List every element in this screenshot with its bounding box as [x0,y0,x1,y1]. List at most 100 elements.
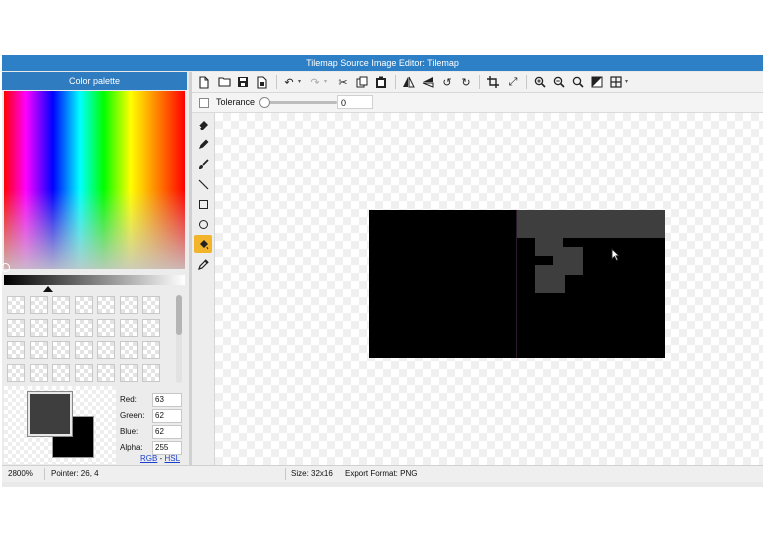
palette-swatch[interactable] [74,341,93,359]
palette-swatch[interactable] [29,318,48,337]
undo-icon[interactable]: ↶ [280,73,298,91]
palette-swatch[interactable] [52,318,70,337]
palette-swatch[interactable] [74,318,93,337]
palette-swatch[interactable] [52,363,70,382]
rectangle-icon[interactable] [194,195,212,213]
palette-swatch[interactable] [7,363,25,382]
palette-swatch[interactable] [142,363,160,382]
grid-dropdown-icon[interactable]: ▾ [625,78,628,85]
window-title: Tilemap Source Image Editor: Tilemap [2,55,763,71]
palette-swatch[interactable] [7,296,25,314]
image-canvas[interactable] [215,113,763,465]
redo-icon[interactable]: ↷ [306,73,324,91]
eyedropper-icon[interactable] [194,255,212,273]
paste-icon[interactable] [372,73,390,91]
palette-swatch[interactable] [119,318,138,337]
fill-bucket-icon[interactable] [194,235,212,253]
hsl-link[interactable]: HSL [164,454,180,463]
tolerance-label: Tolerance [216,97,256,107]
blue-label: Blue: [120,427,139,436]
palette-swatch[interactable] [29,363,48,382]
palette-swatch[interactable] [29,296,48,314]
brush-icon[interactable] [194,155,212,173]
palette-swatch[interactable] [119,341,138,359]
tolerance-slider-knob[interactable] [259,97,270,108]
lightness-ramp[interactable] [4,275,185,285]
palette-swatch[interactable] [97,363,115,382]
palette-swatch[interactable] [74,363,93,382]
crop-icon[interactable] [484,73,502,91]
swatch-scroll-thumb[interactable] [176,295,182,335]
tolerance-slider[interactable] [263,101,337,104]
save-as-icon[interactable] [253,73,271,91]
resize-icon[interactable]: ⤢ [504,73,522,91]
primary-color-swatch[interactable] [27,391,73,437]
palette-swatch[interactable] [142,318,160,337]
grid-icon[interactable] [607,73,625,91]
red-input[interactable]: 63 [152,393,182,407]
rotate-right-icon[interactable]: ↻ [457,73,475,91]
status-separator [44,468,45,480]
palette-swatch[interactable] [52,341,70,359]
palette-swatch[interactable] [74,296,93,314]
palette-swatch[interactable] [29,341,48,359]
blue-input[interactable]: 62 [152,425,182,439]
tilemap-image[interactable] [369,210,665,358]
flip-vertical-icon[interactable] [419,73,437,91]
zoom-level: 2800% [8,469,33,478]
tolerance-checkbox[interactable] [199,98,209,108]
copy-icon[interactable] [353,73,371,91]
color-mode-links: RGB - HSL [140,454,180,463]
eraser-icon[interactable] [194,115,212,133]
cut-icon[interactable]: ✂ [334,73,352,91]
toolbar-separator [276,75,277,89]
flip-horizontal-icon[interactable] [399,73,417,91]
link-separator: - [159,454,163,463]
undo-dropdown-icon[interactable]: ▾ [298,78,301,85]
palette-swatch[interactable] [97,318,115,337]
tolerance-value[interactable]: 0 [337,95,373,109]
main-toolbar: ↶ ▾ ↷ ▾ ✂ ↺ ↻ ⤢ ▾ [192,72,763,93]
palette-swatch[interactable] [52,296,70,314]
tolerance-bar: Tolerance 0 [192,93,763,113]
gray-pixel-block [535,247,583,256]
status-bar: 2800% Pointer: 26, 4 Size: 32x16 Export … [2,465,763,482]
color-spectrum[interactable] [2,91,185,272]
editor-window: Tilemap Source Image Editor: Tilemap Col… [2,55,763,487]
zoom-out-icon[interactable] [550,73,568,91]
palette-swatch[interactable] [119,296,138,314]
swatch-grid [4,293,174,386]
export-format: Export Format: PNG [345,469,418,478]
mouse-cursor-icon [611,247,621,263]
palette-swatch[interactable] [97,341,115,359]
rgb-link[interactable]: RGB [140,454,157,463]
palette-swatch[interactable] [142,341,160,359]
palette-swatch[interactable] [119,363,138,382]
pencil-icon[interactable] [194,135,212,153]
ellipse-icon[interactable] [194,215,212,233]
toggle-transparency-icon[interactable] [588,73,606,91]
gray-pixel-block [535,238,563,247]
palette-swatch[interactable] [7,318,25,337]
palette-swatch[interactable] [7,341,25,359]
drawing-tools [192,113,215,465]
line-icon[interactable] [194,175,212,193]
redo-dropdown-icon[interactable]: ▾ [324,78,327,85]
open-folder-icon[interactable] [215,73,233,91]
palette-swatch[interactable] [142,296,160,314]
zoom-in-icon[interactable] [531,73,549,91]
palette-swatch[interactable] [97,296,115,314]
swatch-scrollbar[interactable] [176,295,182,383]
toolbar-separator [526,75,527,89]
save-icon[interactable] [234,73,252,91]
zoom-reset-icon[interactable] [569,73,587,91]
rotate-left-icon[interactable]: ↺ [438,73,456,91]
green-input[interactable]: 62 [152,409,182,423]
new-file-icon[interactable] [195,73,213,91]
spectrum-picker-handle[interactable] [2,263,10,272]
ramp-marker-icon[interactable] [43,286,53,292]
red-label: Red: [120,395,137,404]
alpha-label: Alpha: [120,443,143,452]
alpha-input[interactable]: 255 [152,441,182,455]
tile-divider [516,210,517,358]
